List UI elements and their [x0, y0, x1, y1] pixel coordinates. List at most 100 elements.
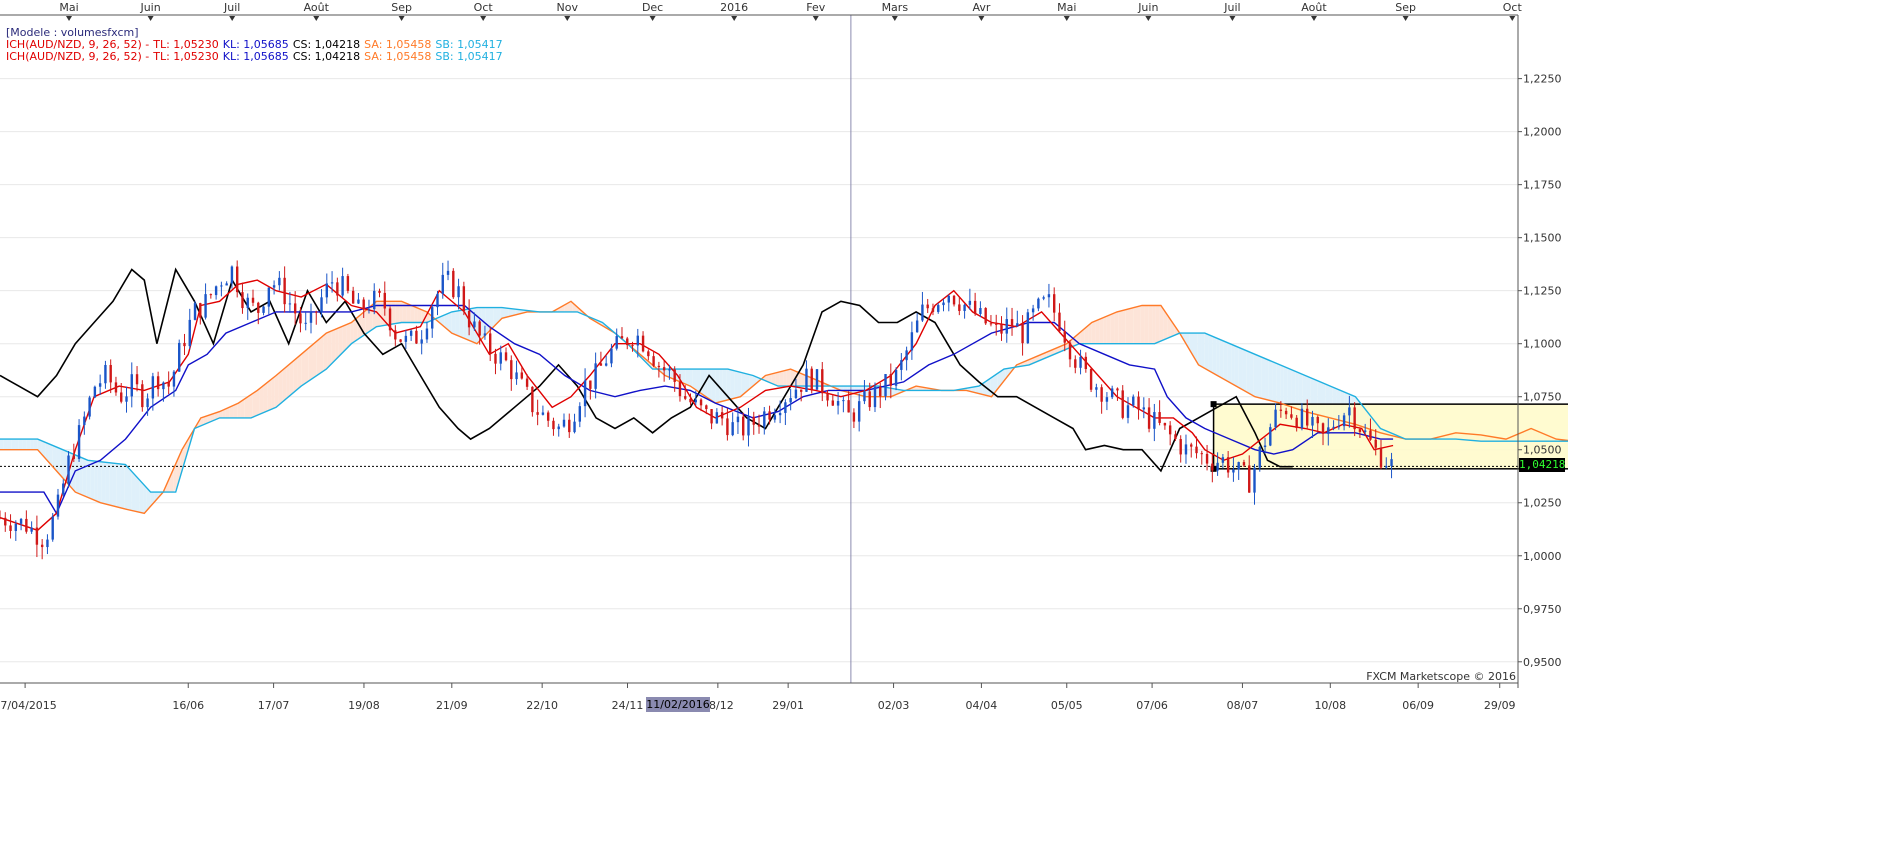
candle-body	[684, 396, 687, 399]
kumo-segment	[297, 354, 302, 390]
candle-body	[141, 384, 144, 408]
kumo-segment	[1140, 305, 1145, 344]
candle-body	[109, 364, 112, 383]
date-label: 24/11	[612, 699, 644, 712]
candle-body	[1021, 323, 1024, 344]
candle-body	[325, 283, 329, 298]
y-tick-label: 1,0750	[1523, 391, 1562, 404]
candle-body	[926, 304, 929, 309]
candle-body	[183, 342, 186, 347]
date-label: 05/05	[1051, 699, 1083, 712]
candle-body	[710, 409, 713, 424]
candle-body	[1026, 312, 1030, 344]
candle-body	[473, 321, 476, 328]
kumo-segment	[1095, 319, 1100, 344]
candle-body	[1179, 439, 1182, 455]
candle-body	[0, 517, 2, 519]
bottom-date-axis[interactable]: 07/04/2015 16/06 17/07 19/08 21/09 22/10 24/11…	[0, 683, 1568, 712]
candle-body	[199, 303, 202, 318]
candle-body	[235, 266, 239, 293]
candle-body	[425, 328, 429, 340]
date-label: 29/01	[772, 699, 804, 712]
candle-body	[1337, 426, 1341, 428]
kumo-segment	[112, 463, 117, 507]
kumo-segment	[775, 372, 780, 387]
kumo-segment	[331, 329, 336, 365]
candle-body	[83, 416, 86, 426]
candle-body	[504, 352, 508, 361]
kumo-segment	[274, 373, 279, 408]
kumo-segment	[139, 479, 144, 514]
kumo-segment	[455, 310, 460, 337]
month-label: Mai	[59, 1, 78, 14]
candle-body	[125, 396, 128, 402]
kumo-segment	[399, 301, 403, 323]
candle-body	[821, 369, 824, 394]
candle-body	[1184, 444, 1188, 455]
kumo-segment	[1103, 316, 1107, 344]
kumo-segment	[1137, 305, 1141, 344]
candle-body	[1274, 409, 1277, 428]
candle-body	[362, 299, 365, 310]
candle-body	[62, 483, 65, 495]
y-axis-ticks[interactable]: 1,2250 1,2000 1,1750 1,1500 1,1250 1,1000 1,07…	[1518, 73, 1562, 669]
candle-body	[979, 308, 982, 314]
kumo-segment	[395, 301, 400, 324]
candle-body	[673, 369, 676, 382]
kumo-segment	[1110, 312, 1115, 344]
kumo-segment	[1144, 305, 1149, 344]
month-label: Fev	[806, 1, 825, 14]
candle-body	[278, 277, 281, 286]
candle-body	[1079, 356, 1082, 368]
candle-body	[604, 363, 608, 366]
candle-body	[668, 369, 671, 371]
chart-window[interactable]: 1,2250 1,2000 1,1750 1,1500 1,1250 1,1000 1,07…	[0, 0, 1568, 717]
plot-area[interactable]	[0, 15, 1518, 683]
kumo-segment	[707, 369, 712, 401]
candle-body	[19, 518, 23, 524]
candle-body	[510, 360, 513, 380]
kumo-segment	[1238, 347, 1243, 390]
indicator-legend: [Modele : volumesfxcm] ICH(AUD/NZD, 9, 2…	[6, 27, 507, 63]
candle-body	[1174, 434, 1177, 440]
kumo-segment	[1106, 314, 1111, 344]
candle-body	[446, 270, 450, 275]
ichimoku-chart[interactable]: 1,2250 1,2000 1,1750 1,1500 1,1250 1,1000 1,07…	[0, 0, 1568, 717]
candle-body	[757, 424, 761, 427]
candle-body	[715, 412, 719, 424]
candle-body	[1253, 467, 1256, 493]
candle-body	[288, 303, 292, 305]
candle-body	[636, 335, 639, 346]
rectangle-handle	[1210, 401, 1217, 408]
y-tick-label: 1,2250	[1523, 73, 1562, 86]
candle-body	[399, 339, 402, 342]
candle-body	[799, 389, 803, 392]
kumo-segment	[1121, 309, 1126, 344]
kumo-segment	[1159, 305, 1164, 342]
kumo-segment	[1099, 317, 1104, 344]
candle-body	[478, 321, 481, 336]
kumo-segment	[131, 471, 136, 512]
y-tick-label: 1,2000	[1523, 126, 1562, 139]
candle-body	[130, 374, 133, 397]
kumo-segment	[1261, 356, 1266, 400]
kumo-segment	[719, 369, 723, 403]
candle-body	[1142, 407, 1146, 410]
candle-body	[225, 283, 228, 286]
candle-body	[394, 330, 397, 340]
kumo-segment	[1276, 363, 1281, 404]
kumo-segment	[722, 369, 727, 402]
kumo-segment	[1234, 345, 1239, 388]
candle-body	[1190, 444, 1193, 447]
candle-body	[1137, 396, 1140, 410]
kumo-segment	[323, 332, 328, 371]
candle-body	[77, 425, 81, 459]
candle-body	[431, 307, 434, 329]
kumo-segment	[308, 344, 313, 382]
candle-body	[1084, 356, 1088, 370]
date-label: 08/07	[1227, 699, 1259, 712]
candle-body	[167, 382, 170, 387]
candle-body	[873, 386, 877, 408]
date-label: 06/09	[1402, 699, 1434, 712]
candle-body	[1358, 429, 1362, 432]
